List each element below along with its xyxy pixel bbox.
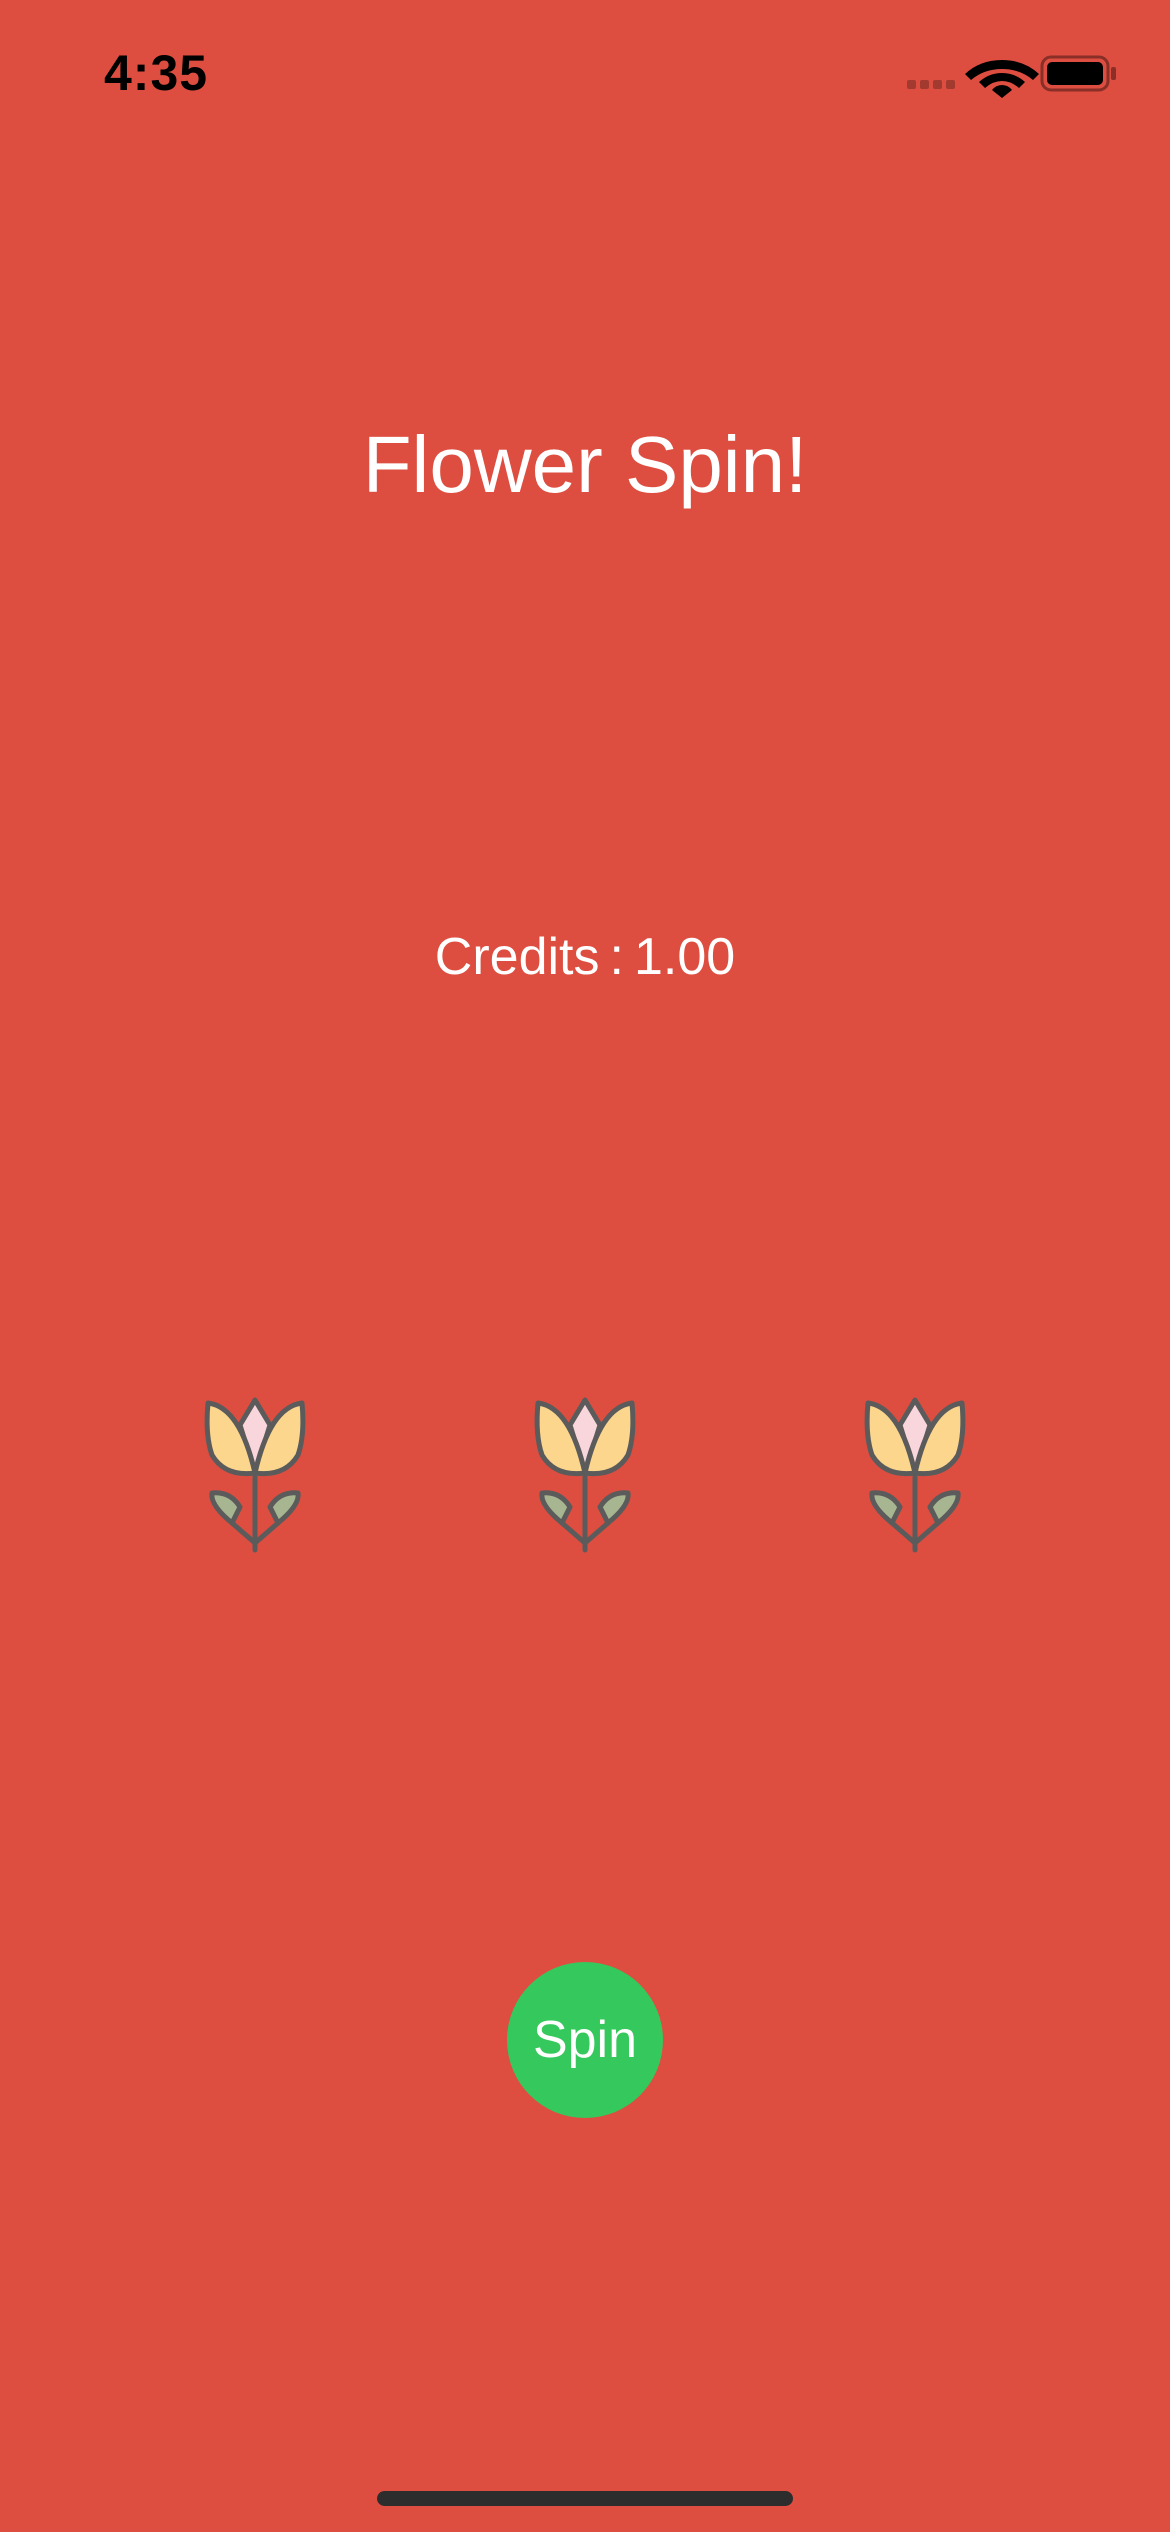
credits-display: Credits:1.00 [0, 925, 1170, 989]
cellular-signal-icon [907, 80, 955, 89]
status-bar: 4:35 [0, 0, 1170, 150]
tulip-icon [864, 1397, 966, 1553]
home-indicator[interactable] [377, 2491, 793, 2506]
status-time: 4:35 [104, 45, 209, 101]
credits-label: Credits [434, 928, 600, 986]
tulip-icon [204, 1397, 306, 1553]
credits-separator: : [609, 928, 624, 986]
battery-icon [1040, 55, 1116, 92]
wifi-icon [965, 60, 1039, 98]
app-title: Flower Spin! [362, 420, 808, 509]
tulip-icon [534, 1397, 636, 1553]
credits-value: 1.00 [633, 928, 736, 986]
status-icons [907, 55, 1116, 98]
spin-button[interactable]: Spin [507, 1962, 663, 2118]
